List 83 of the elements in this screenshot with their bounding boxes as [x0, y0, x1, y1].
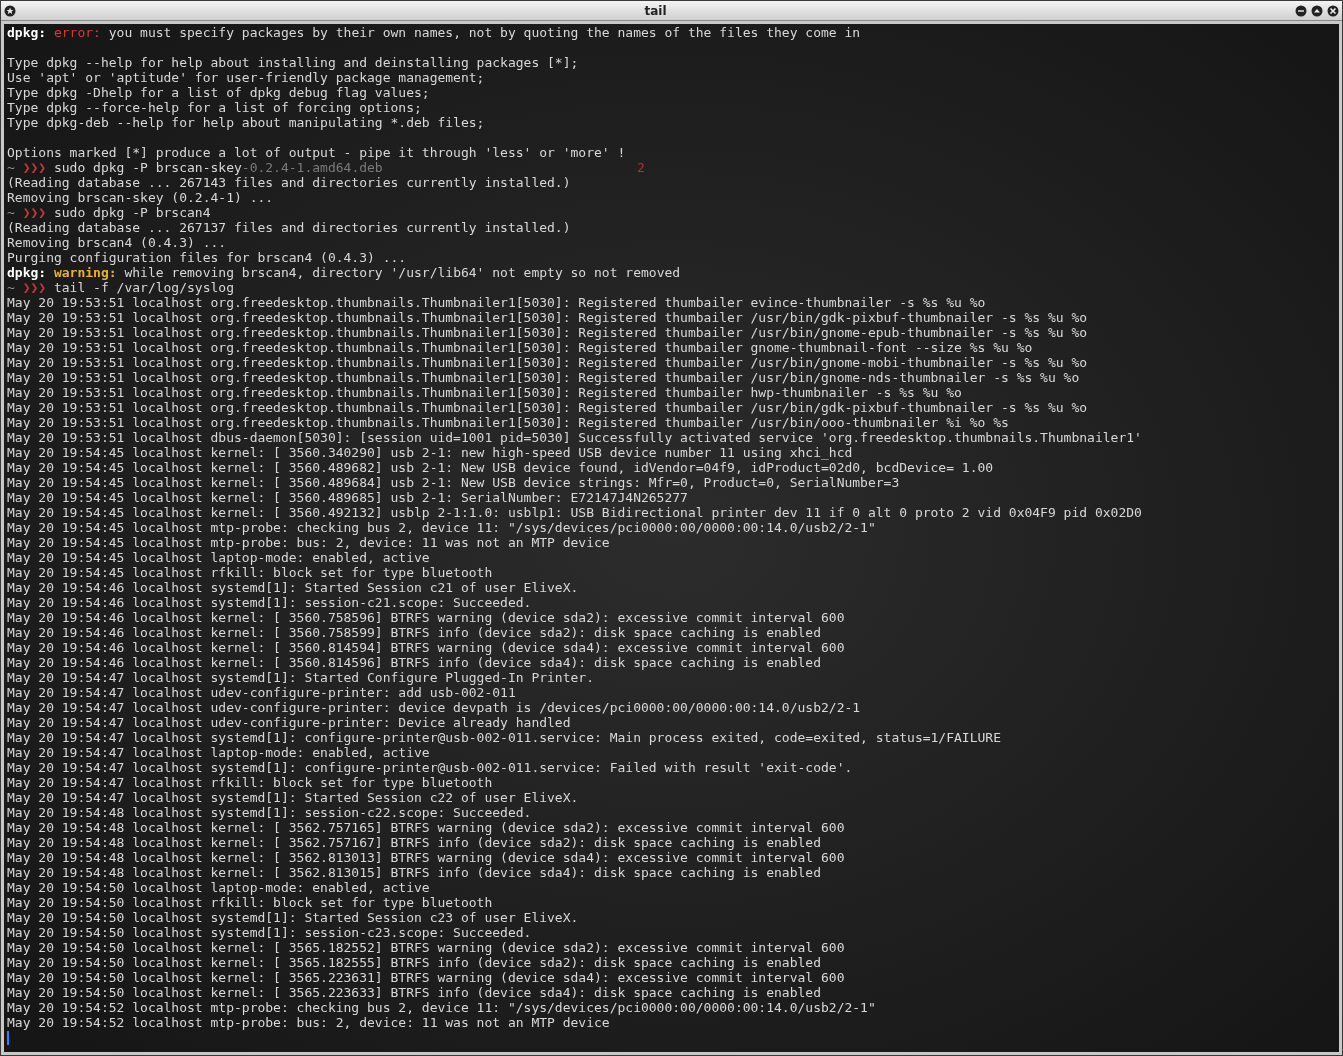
terminal-line: May 20 19:54:47 localhost udev-configure-printer: device devpath is /devices/pci0000:00/0000:00:14.0/usb2/2-1 [7, 700, 861, 715]
error-label: error: [52, 25, 101, 40]
terminal-line: May 20 19:53:51 localhost org.freedesktop.thumbnails.Thumbnailer1[5030]: Registered thumbailer hwp-thumbnailer -s %s %u %o [7, 385, 962, 400]
maximize-icon[interactable] [1311, 4, 1323, 17]
terminal-line: May 20 19:54:47 localhost rfkill: block set for type bluetooth [7, 775, 493, 790]
terminal-line: Options marked [*] produce a lot of output - pipe it through 'less' or 'more' ! [7, 145, 626, 160]
terminal-line: May 20 19:54:50 localhost rfkill: block set for type bluetooth [7, 895, 493, 910]
terminal-line: May 20 19:54:46 localhost kernel: [ 3560.758599] BTRFS info (device sda2): disk space caching is enabled [7, 625, 821, 640]
output-text: sudo dpkg -P brscan-skey [52, 160, 242, 175]
window-title: tail [644, 2, 667, 20]
terminal-line: May 20 19:54:45 localhost kernel: [ 3560.489684] usb 2-1: New USB device strings: Mfr=0, Product=0, SerialNumber=3 [7, 475, 900, 490]
output-text: sudo dpkg -P brscan4 [52, 205, 211, 220]
terminal-line: May 20 19:54:48 localhost kernel: [ 3562.757165] BTRFS warning (device sda2): excessive commit interval 600 [7, 820, 845, 835]
terminal-line: May 20 19:54:46 localhost systemd[1]: session-c21.scope: Succeeded. [7, 595, 532, 610]
terminal-line: May 20 19:54:50 localhost kernel: [ 3565.223631] BTRFS warning (device sda4): excessive commit interval 600 [7, 970, 845, 985]
terminal-line: May 20 19:54:48 localhost kernel: [ 3562.813013] BTRFS warning (device sda4): excessive commit interval 600 [7, 850, 845, 865]
terminal-line: May 20 19:54:46 localhost kernel: [ 3560.814594] BTRFS warning (device sda4): excessive commit interval 600 [7, 640, 845, 655]
autosuggestion-text: -0.2.4-1.amd64.deb [241, 160, 383, 175]
terminal-line: May 20 19:54:48 localhost kernel: [ 3562.813015] BTRFS info (device sda4): disk space caching is enabled [7, 865, 821, 880]
terminal-line: May 20 19:53:51 localhost org.freedesktop.thumbnails.Thumbnailer1[5030]: Registered thumbailer /usr/bin/gdk-pixbuf-thumbnailer -s %s %u %o [7, 400, 1088, 415]
close-icon[interactable] [1327, 4, 1339, 17]
window-menu-icon[interactable] [4, 4, 16, 17]
terminal-line: May 20 19:54:48 localhost systemd[1]: session-c22.scope: Succeeded. [7, 805, 532, 820]
text-cursor [7, 1031, 9, 1045]
terminal-line: May 20 19:54:45 localhost kernel: [ 3560.340290] usb 2-1: new high-speed USB device number 11 using xhci_hcd [7, 445, 853, 460]
terminal-line: May 20 19:54:46 localhost kernel: [ 3560.814596] BTRFS info (device sda4): disk space caching is enabled [7, 655, 821, 670]
terminal-line: May 20 19:54:45 localhost rfkill: block set for type bluetooth [7, 565, 493, 580]
terminal-line: May 20 19:54:47 localhost systemd[1]: Started Session c22 of user EliveX. [7, 790, 579, 805]
terminal-line: Removing brscan-skey (0.2.4-1) ... [7, 190, 274, 205]
prompt-path: ~ [7, 280, 15, 295]
terminal-line: May 20 19:53:51 localhost org.freedesktop.thumbnails.Thumbnailer1[5030]: Registered thumbailer /usr/bin/gnome-epub-thumbnailer -s %s %u %o [7, 325, 1088, 340]
terminal-line: Type dpkg -Dhelp for a list of dpkg debug flag values; [7, 85, 430, 100]
prompt-symbol: ❯❯❯ [22, 280, 47, 295]
terminal-line: May 20 19:54:47 localhost systemd[1]: configure-printer@usb-002-011.service: Failed with result 'exit-code'. [7, 760, 853, 775]
terminal-line: May 20 19:54:50 localhost laptop-mode: enabled, active [7, 880, 430, 895]
terminal-line: May 20 19:54:45 localhost kernel: [ 3560.489682] usb 2-1: New USB device found, idVendor=04f9, idProduct=02d0, bcdDevice= 1.00 [7, 460, 994, 475]
terminal-line: May 20 19:54:48 localhost kernel: [ 3562.757167] BTRFS info (device sda2): disk space caching is enabled [7, 835, 821, 850]
prompt-symbol: ❯❯❯ [22, 160, 47, 175]
terminal-line: May 20 19:54:45 localhost laptop-mode: enabled, active [7, 550, 430, 565]
terminal-line: May 20 19:54:52 localhost mtp-probe: checking bus 2, device 11: "/sys/devices/pci0000:00/0000:00:14.0/usb2/2-1" [7, 1000, 876, 1015]
prompt-symbol: ❯❯❯ [22, 205, 47, 220]
terminal-line: May 20 19:54:47 localhost laptop-mode: enabled, active [7, 745, 430, 760]
terminal-line: Type dpkg --force-help for a list of forcing options; [7, 100, 422, 115]
terminal-line: Use 'apt' or 'aptitude' for user-friendly package management; [7, 70, 485, 85]
prompt-path: ~ [7, 160, 15, 175]
terminal-line: May 20 19:54:52 localhost mtp-probe: bus: 2, device: 11 was not an MTP device [7, 1015, 610, 1030]
terminal-line: May 20 19:54:45 localhost kernel: [ 3560.492132] usblp 2-1:1.0: usblp1: USB Bidirectional printer dev 11 if 0 alt 0 proto 2 vid 0x04F9 pid 0x02D0 [7, 505, 1142, 520]
terminal-line: May 20 19:53:51 localhost org.freedesktop.thumbnails.Thumbnailer1[5030]: Registered thumbailer /usr/bin/ooo-thumbnailer %i %o %s [7, 415, 1009, 430]
terminal-line: May 20 19:53:51 localhost org.freedesktop.thumbnails.Thumbnailer1[5030]: Registered thumbailer /usr/bin/gnome-mobi-thumbnailer -s %s %u %o [7, 355, 1088, 370]
terminal-line: May 20 19:54:45 localhost kernel: [ 3560.489685] usb 2-1: SerialNumber: E72147J4N265277 [7, 490, 688, 505]
terminal-line: May 20 19:54:50 localhost kernel: [ 3565.223633] BTRFS info (device sda4): disk space caching is enabled [7, 985, 821, 1000]
warning-label: warning: [52, 265, 117, 280]
exit-status: 2 [637, 160, 645, 175]
output-text: while removing brscan4, directory '/usr/lib64' not empty so not removed [123, 265, 681, 280]
terminal-line: Type dpkg --help for help about installing and deinstalling packages [*]; [7, 55, 579, 70]
minimize-icon[interactable] [1295, 4, 1307, 17]
terminal-line: May 20 19:54:46 localhost systemd[1]: Started Session c21 of user EliveX. [7, 580, 579, 595]
terminal-line: Type dpkg-deb --help for help about manipulating *.deb files; [7, 115, 485, 130]
program-label: dpkg: [7, 25, 47, 40]
terminal-line: May 20 19:54:47 localhost udev-configure-printer: add usb-002-011 [7, 685, 516, 700]
terminal-line: May 20 19:53:51 localhost org.freedesktop.thumbnails.Thumbnailer1[5030]: Registered thumbailer evince-thumbnailer -s %s %u %o [7, 295, 986, 310]
terminal-line: May 20 19:54:45 localhost mtp-probe: bus: 2, device: 11 was not an MTP device [7, 535, 610, 550]
terminal-line: May 20 19:54:50 localhost kernel: [ 3565.182555] BTRFS info (device sda2): disk space caching is enabled [7, 955, 821, 970]
terminal-line: May 20 19:53:51 localhost org.freedesktop.thumbnails.Thumbnailer1[5030]: Registered thumbailer /usr/bin/gnome-nds-thumbnailer -s %s %u %o [7, 370, 1080, 385]
output-text: tail -f /var/log/syslog [52, 280, 234, 295]
output-text: you must specify packages by their own names, not by quoting the names of the files they come in [107, 25, 861, 40]
terminal-line: (Reading database ... 267137 files and directories currently installed.) [7, 220, 571, 235]
terminal-line: May 20 19:54:45 localhost mtp-probe: checking bus 2, device 11: "/sys/devices/pci0000:00/0000:00:14.0/usb2/2-1" [7, 520, 876, 535]
terminal-line: May 20 19:54:47 localhost systemd[1]: Started Configure Plugged-In Printer. [7, 670, 594, 685]
terminal-line: May 20 19:54:50 localhost systemd[1]: Started Session c23 of user EliveX. [7, 910, 579, 925]
terminal-line: May 20 19:53:51 localhost org.freedesktop.thumbnails.Thumbnailer1[5030]: Registered thumbailer /usr/bin/gdk-pixbuf-thumbnailer -s %s %u %o [7, 310, 1088, 325]
terminal-line: May 20 19:54:46 localhost kernel: [ 3560.758596] BTRFS warning (device sda2): excessive commit interval 600 [7, 610, 845, 625]
terminal-line: May 20 19:54:50 localhost systemd[1]: session-c23.scope: Succeeded. [7, 925, 532, 940]
program-label: dpkg: [7, 265, 47, 280]
terminal-line: May 20 19:53:51 localhost org.freedesktop.thumbnails.Thumbnailer1[5030]: Registered thumbailer gnome-thumbnail-font --size %s %u %o [7, 340, 1033, 355]
terminal-line: (Reading database ... 267143 files and directories currently installed.) [7, 175, 571, 190]
terminal-line: May 20 19:53:51 localhost dbus-daemon[5030]: [session uid=1001 pid=5030] Successfully activated service 'org.freedesktop.thumbnails.Thumbnailer1' [7, 430, 1142, 445]
terminal-line: May 20 19:54:47 localhost systemd[1]: configure-printer@usb-002-011.service: Main process exited, code=exited, status=1/FAILURE [7, 730, 1001, 745]
terminal-line: Purging configuration files for brscan4 (0.4.3) ... [7, 250, 407, 265]
terminal-line: May 20 19:54:50 localhost kernel: [ 3565.182552] BTRFS warning (device sda2): excessive commit interval 600 [7, 940, 845, 955]
terminal-line: Removing brscan4 (0.4.3) ... [7, 235, 227, 250]
prompt-path: ~ [7, 205, 15, 220]
terminal-line: May 20 19:54:47 localhost udev-configure-printer: Device already handled [7, 715, 571, 730]
